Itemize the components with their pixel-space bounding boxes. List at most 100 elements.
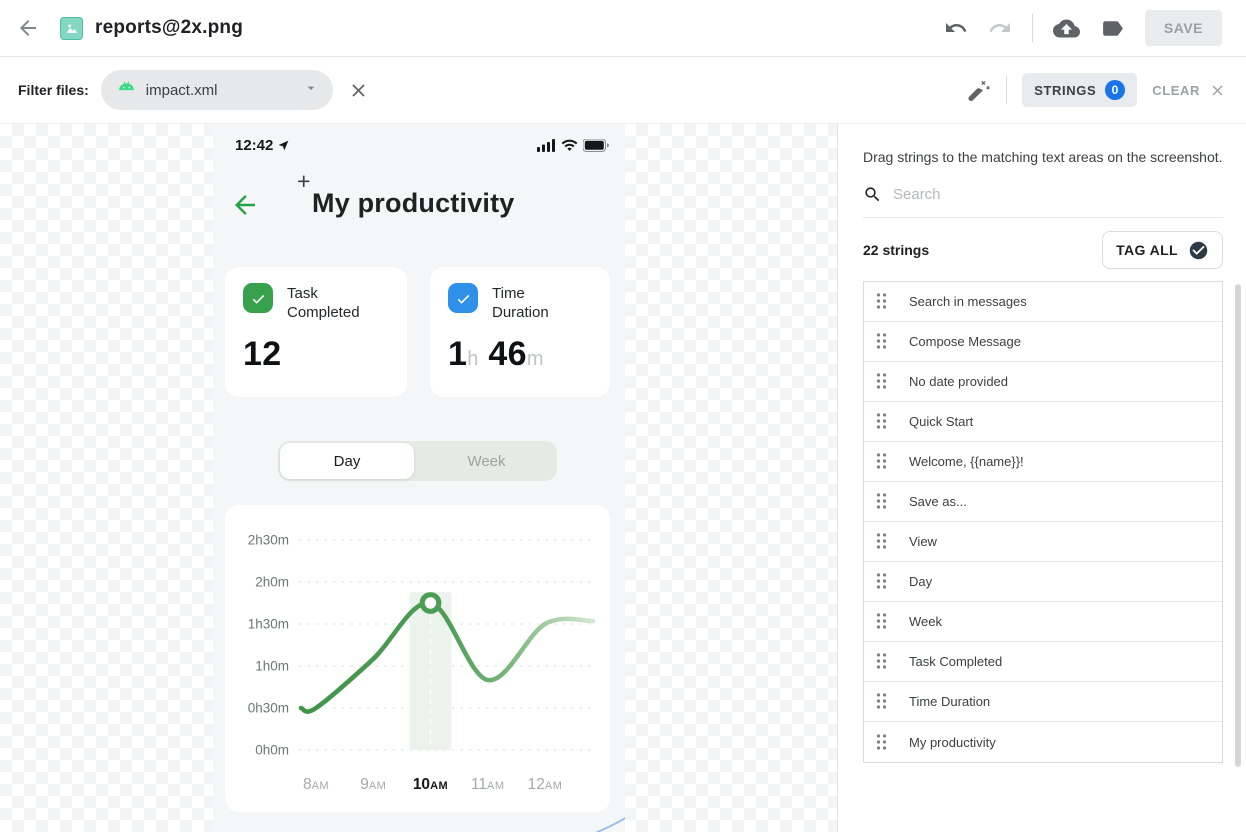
close-icon: [1209, 82, 1226, 99]
tag-all-label: TAG ALL: [1116, 242, 1178, 258]
svg-text:8AM: 8AM: [303, 776, 329, 793]
search-field-row: [863, 185, 1223, 218]
drag-handle-icon[interactable]: [876, 613, 887, 630]
drag-handle-icon[interactable]: [876, 293, 887, 310]
svg-text:11AM: 11AM: [471, 776, 505, 793]
remove-filter-icon[interactable]: [348, 80, 369, 101]
save-button[interactable]: SAVE: [1145, 10, 1222, 46]
drag-handle-icon[interactable]: [876, 333, 887, 350]
strings-count-row: 22 strings TAG ALL: [863, 229, 1223, 271]
divider: [1032, 14, 1033, 42]
toggle-option-week: Week: [416, 441, 557, 481]
list-item[interactable]: Week: [864, 602, 1222, 642]
drag-handle-icon[interactable]: [876, 734, 887, 751]
upload-cloud-icon[interactable]: [1053, 15, 1080, 42]
list-item[interactable]: Welcome, {{name}}!: [864, 442, 1222, 482]
string-text: No date provided: [909, 374, 1008, 389]
next-chart-preview-line: [543, 786, 625, 832]
time-card-label: Time Duration: [492, 284, 549, 322]
search-input[interactable]: [893, 186, 1223, 203]
svg-text:2h0m: 2h0m: [255, 575, 289, 590]
check-icon: [243, 283, 273, 313]
string-text: Save as...: [909, 494, 967, 509]
strings-panel: Drag strings to the matching text areas …: [837, 124, 1246, 832]
list-item[interactable]: Quick Start: [864, 402, 1222, 442]
day-week-toggle: Day Week: [278, 441, 557, 481]
redo-icon[interactable]: [988, 16, 1012, 40]
list-item[interactable]: Day: [864, 562, 1222, 602]
wifi-icon: [561, 139, 578, 152]
drag-handle-icon[interactable]: [876, 413, 887, 430]
task-card-label: Task Completed: [287, 284, 360, 322]
file-filter-dropdown[interactable]: impact.xml: [101, 70, 333, 110]
magic-wand-icon[interactable]: [966, 78, 991, 103]
string-text: Search in messages: [909, 294, 1027, 309]
panel-instruction: Drag strings to the matching text areas …: [863, 149, 1223, 165]
list-item[interactable]: No date provided: [864, 362, 1222, 402]
signal-icon: [537, 139, 556, 152]
battery-icon: [583, 139, 609, 152]
string-list: Search in messages Compose Message No date…: [863, 281, 1223, 763]
drag-handle-icon[interactable]: [876, 653, 887, 670]
filter-bar: Filter files: impact.xml STRINGS 0 CLEAR: [0, 57, 1246, 124]
top-bar: reports@2x.png SAVE: [0, 0, 1246, 57]
android-icon: [116, 77, 137, 103]
undo-icon[interactable]: [944, 16, 968, 40]
list-item[interactable]: Search in messages: [864, 282, 1222, 322]
string-text: Task Completed: [909, 654, 1002, 669]
string-text: Day: [909, 574, 932, 589]
list-item[interactable]: Task Completed: [864, 642, 1222, 682]
scrollbar[interactable]: [1235, 284, 1241, 767]
tag-all-button[interactable]: TAG ALL: [1102, 231, 1223, 269]
string-text: Welcome, {{name}}!: [909, 454, 1024, 469]
strings-count-label: 22 strings: [863, 242, 929, 258]
string-text: Time Duration: [909, 694, 990, 709]
time-duration-card: Time Duration 1h 46m: [430, 267, 610, 397]
task-card-value: 12: [243, 335, 281, 374]
drag-handle-icon[interactable]: [876, 573, 887, 590]
drag-handle-icon[interactable]: [876, 693, 887, 710]
location-arrow-icon: [277, 139, 290, 152]
drag-handle-icon[interactable]: [876, 493, 887, 510]
drag-handle-icon[interactable]: [876, 533, 887, 550]
chevron-down-icon: [303, 80, 319, 101]
status-bar-icons: [537, 139, 609, 152]
list-item[interactable]: Compose Message: [864, 322, 1222, 362]
check-circle-icon: [1188, 240, 1209, 261]
phone-back-arrow-icon: [230, 190, 260, 225]
toggle-option-day: Day: [280, 443, 414, 479]
tag-icon[interactable]: [1100, 16, 1125, 41]
svg-text:0h0m: 0h0m: [255, 743, 289, 758]
divider: [1006, 76, 1007, 104]
list-item[interactable]: Time Duration: [864, 682, 1222, 722]
svg-text:10AM: 10AM: [413, 776, 448, 793]
clear-button[interactable]: CLEAR: [1152, 82, 1226, 99]
time-card-value: 1h 46m: [448, 335, 544, 374]
svg-text:2h30m: 2h30m: [248, 533, 289, 548]
svg-text:1h30m: 1h30m: [248, 617, 289, 632]
productivity-chart: 2h30m2h0m1h30m1h0m0h30m0h0m8AM9AM10AM11A…: [225, 505, 610, 812]
list-item[interactable]: Save as...: [864, 482, 1222, 522]
strings-toggle-button[interactable]: STRINGS 0: [1022, 73, 1137, 107]
strings-button-label: STRINGS: [1034, 83, 1096, 98]
search-icon: [863, 185, 882, 204]
back-button[interactable]: [16, 16, 40, 40]
string-text: My productivity: [909, 735, 996, 750]
list-item[interactable]: My productivity: [864, 722, 1222, 762]
clear-button-label: CLEAR: [1152, 83, 1200, 98]
untagged-text-marker: +: [297, 168, 310, 195]
svg-text:9AM: 9AM: [360, 776, 386, 793]
drag-handle-icon[interactable]: [876, 373, 887, 390]
strings-count-badge: 0: [1105, 80, 1125, 100]
string-text: View: [909, 534, 937, 549]
string-text: Compose Message: [909, 334, 1021, 349]
page-title: reports@2x.png: [95, 17, 243, 39]
phone-screenshot[interactable]: 12:42 + My productivity Task Compl: [213, 124, 625, 832]
filter-files-label: Filter files:: [18, 82, 89, 98]
check-icon: [448, 283, 478, 313]
status-bar-time: 12:42: [235, 137, 290, 154]
svg-text:1h0m: 1h0m: [255, 659, 289, 674]
phone-screen-title: My productivity: [312, 188, 515, 219]
list-item[interactable]: View: [864, 522, 1222, 562]
drag-handle-icon[interactable]: [876, 453, 887, 470]
